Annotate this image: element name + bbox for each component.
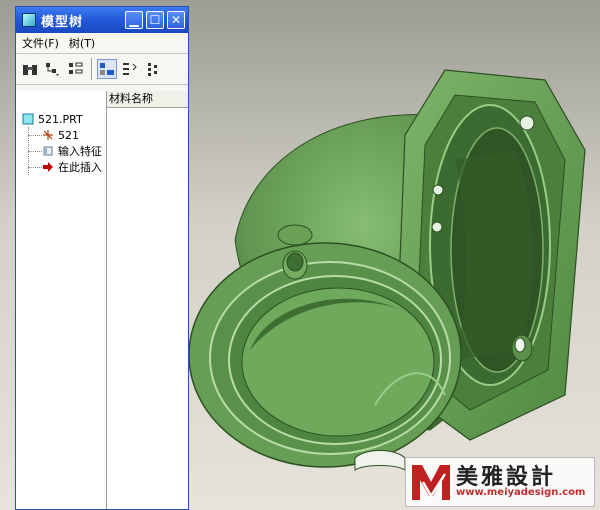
insert-arrow-icon [43,162,53,172]
tree-item-import-feature[interactable]: 输入特征 [42,143,102,159]
close-button[interactable]: ✕ [167,11,185,29]
tree-item-label: 在此插入 [58,161,102,174]
model-tree-app-icon [22,13,36,27]
tree-column: 521.PRT 521 输入特征 在此插入 [16,91,106,509]
menu-tree[interactable]: 树(T) [69,35,95,51]
collapse-button[interactable] [143,59,163,79]
tree-item-insert-here[interactable]: 在此插入 [42,159,102,175]
tree-panel: 521.PRT 521 输入特征 在此插入 材料名称 [16,91,188,509]
tree-settings-icon [46,63,59,76]
settings-dropdown-button[interactable] [43,59,63,79]
minimize-button[interactable]: ▁ [125,11,143,29]
show-button[interactable] [20,59,40,79]
model-tree-window[interactable]: 模型树 ▁ ☐ ✕ 文件(F) 树(T) 521.PRT 521 输入特征 在此… [15,6,189,510]
tree-item-label: 521 [58,128,79,142]
attribute-column: 材料名称 [106,91,188,509]
tree-view-icon [100,63,114,75]
window-titlebar[interactable]: 模型树 ▁ ☐ ✕ [16,7,188,33]
m-logo-icon [412,465,450,500]
toolbar-separator [91,58,92,80]
watermark-url: www.meiyadesign.com [456,487,586,498]
tree-item-label: 输入特征 [58,145,102,158]
part-icon [22,113,34,125]
collapse-icon [148,63,157,76]
columns-button[interactable] [66,59,86,79]
pipe-elbow-model [188,69,586,471]
close-icon: ✕ [170,13,182,27]
maximize-icon: ☐ [149,13,161,27]
maximize-button[interactable]: ☐ [146,11,164,29]
datum-csys-icon [43,130,53,140]
tree-root-node[interactable]: 521.PRT [22,111,83,127]
tree-connector [28,135,42,136]
tree-root-label: 521.PRT [38,112,83,126]
menubar: 文件(F) 树(T) [16,33,188,54]
tree-view-button[interactable] [97,59,117,79]
watermark-logo: 美雅設計 www.meiyadesign.com [405,457,595,507]
expand-icon [123,63,137,75]
columns-icon [69,62,83,74]
window-title: 模型树 [41,14,84,30]
tree-connector [28,167,42,168]
binoculars-icon [23,65,37,75]
column-header-material[interactable]: 材料名称 [107,91,188,108]
menu-file[interactable]: 文件(F) [22,35,59,51]
tree-connector [28,151,42,152]
import-feature-icon [43,146,53,156]
minimize-icon: ▁ [129,13,139,27]
tree-item-datum[interactable]: 521 [42,127,79,143]
toolbar [16,54,188,85]
expand-button[interactable] [120,59,140,79]
